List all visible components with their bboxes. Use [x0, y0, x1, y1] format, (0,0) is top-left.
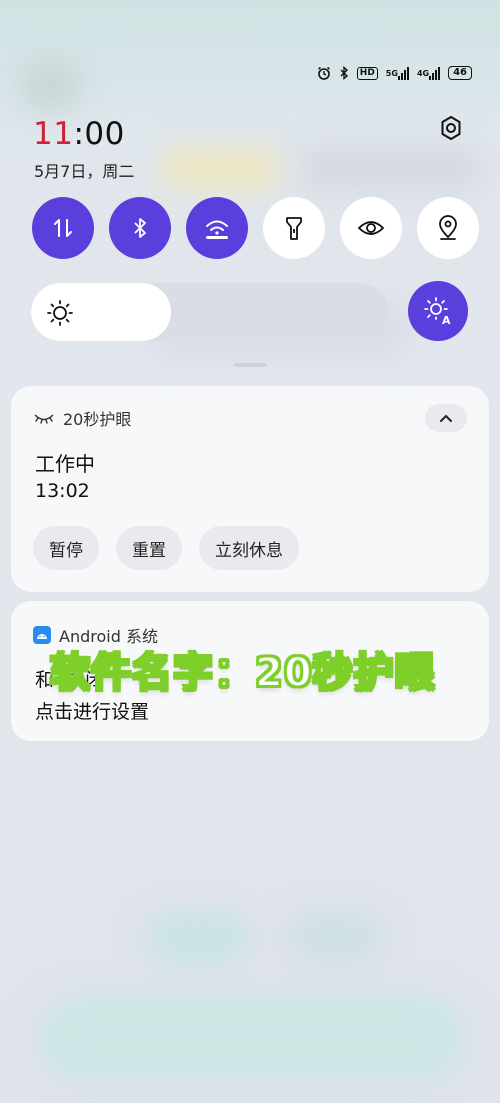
collapse-button[interactable] [425, 404, 467, 432]
notification-title: 工作中 [35, 452, 95, 476]
gear-icon [441, 116, 461, 140]
bluetooth-icon [134, 218, 146, 238]
blur-bg [300, 148, 480, 190]
tile-location[interactable] [417, 197, 479, 259]
pause-button[interactable]: 暂停 [33, 526, 99, 570]
blur-bg [160, 148, 280, 190]
tile-mobile-data[interactable] [32, 197, 94, 259]
eye-icon [357, 221, 385, 235]
notification-app-name: 20秒护眼 [63, 410, 132, 429]
notification-actions: 暂停 重置 立刻休息 [33, 526, 299, 570]
svg-text:A: A [442, 314, 451, 326]
blur-bg [145, 910, 250, 965]
bluetooth-icon [339, 66, 349, 80]
tile-flashlight[interactable] [263, 197, 325, 259]
alarm-icon [317, 66, 331, 80]
auto-brightness-button[interactable]: A [408, 281, 468, 341]
quick-settings-tiles [32, 197, 479, 259]
wifi-icon [206, 220, 228, 239]
clock: 11:00 [33, 116, 125, 152]
auto-brightness-icon: A [424, 297, 451, 326]
battery-indicator: 46 [448, 66, 472, 80]
blur-bg [20, 60, 80, 110]
android-icon [33, 626, 51, 644]
blur-bg [40, 995, 465, 1080]
status-bar: HD 5G 4G 46 [317, 66, 472, 80]
notification-card[interactable]: 20秒护眼 工作中 13:02 暂停 重置 立刻休息 [11, 386, 489, 592]
tile-eye-comfort[interactable] [340, 197, 402, 259]
reset-button[interactable]: 重置 [116, 526, 182, 570]
tile-wifi[interactable] [186, 197, 248, 259]
overlay-caption: 软件名字：20秒护眼 [49, 649, 436, 697]
signal-icon: 4G [417, 66, 441, 80]
chevron-up-icon [440, 414, 452, 422]
rest-now-button[interactable]: 立刻休息 [199, 526, 299, 570]
date: 5月7日，周二 [34, 162, 135, 181]
location-pin-icon [439, 215, 457, 240]
notification-subtext: 点击进行设置 [35, 701, 150, 723]
closed-eye-icon [34, 414, 54, 424]
signal-icon: 5G [386, 66, 409, 80]
panel-drag-handle[interactable] [234, 363, 266, 367]
blur-bg [285, 910, 385, 965]
notification-timer: 13:02 [35, 480, 90, 502]
tile-bluetooth[interactable] [109, 197, 171, 259]
flashlight-icon [286, 217, 302, 240]
settings-button[interactable] [433, 110, 469, 146]
hd-badge: HD [356, 66, 378, 80]
brightness-slider[interactable] [31, 283, 389, 341]
sun-icon [45, 298, 75, 328]
arrows-updown-icon [54, 219, 72, 237]
notification-app-row: 20秒护眼 [33, 406, 131, 430]
